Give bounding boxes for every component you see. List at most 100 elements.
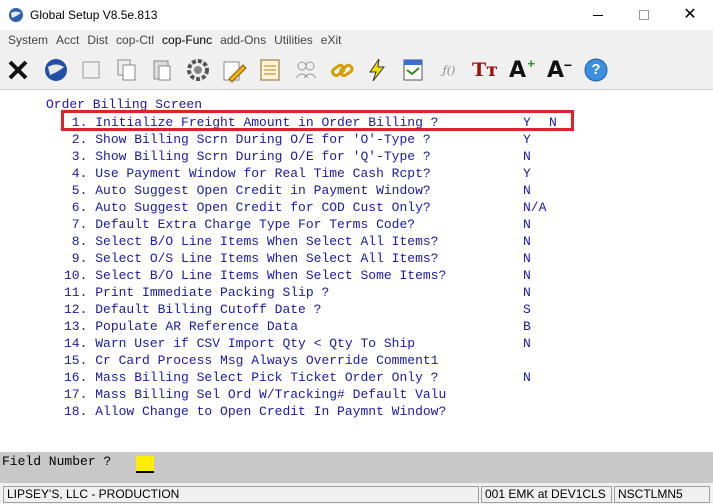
- blank-button[interactable]: [76, 55, 106, 85]
- field-number-input[interactable]: [136, 456, 154, 473]
- option-value: S: [523, 302, 531, 317]
- option-row[interactable]: 11. Print Immediate Packing Slip ?: [64, 284, 329, 301]
- font-increase-button[interactable]: A +: [506, 55, 536, 85]
- lightning-button[interactable]: [362, 55, 392, 85]
- menu-cop-ctl[interactable]: cop-Ctl: [112, 30, 158, 51]
- option-number: 11.: [64, 285, 88, 300]
- edit-button[interactable]: [219, 55, 249, 85]
- option-row[interactable]: 2. Show Billing Scrn During O/E for 'O'-…: [64, 131, 431, 148]
- option-row[interactable]: 9. Select O/S Line Items When Select All…: [64, 250, 439, 267]
- minimize-button[interactable]: [575, 0, 621, 30]
- text-font-button[interactable]: Tт: [470, 55, 500, 85]
- option-label: Select B/O Line Items When Select Some I…: [95, 268, 447, 283]
- menu-system[interactable]: System: [4, 30, 52, 51]
- option-row[interactable]: 16. Mass Billing Select Pick Ticket Orde…: [64, 369, 438, 386]
- function-icon: ƒ(): [442, 63, 456, 77]
- option-value: B: [523, 319, 531, 334]
- option-number: 2.: [64, 132, 88, 147]
- menu-add-ons[interactable]: add-Ons: [216, 30, 270, 51]
- menu-bar: System Acct Dist cop-Ctl cop-Func add-On…: [0, 30, 713, 51]
- help-button[interactable]: ?: [581, 55, 611, 85]
- option-row[interactable]: 10. Select B/O Line Items When Select So…: [64, 267, 446, 284]
- title-bar: Global Setup V8.5e.813 ✕: [0, 0, 713, 30]
- option-label: Default Billing Cutoff Date ?: [95, 302, 322, 317]
- option-row[interactable]: 5. Auto Suggest Open Credit in Payment W…: [64, 182, 431, 199]
- close-x-button[interactable]: [3, 55, 33, 85]
- option-label: Mass Billing Sel Ord W/Tracking# Default…: [95, 387, 447, 402]
- menu-dist[interactable]: Dist: [83, 30, 112, 51]
- toolbar: ƒ() Tт A + A − ?: [0, 51, 713, 90]
- option-number: 14.: [64, 336, 88, 351]
- gear-button[interactable]: [183, 55, 213, 85]
- option-row[interactable]: 12. Default Billing Cutoff Date ?: [64, 301, 321, 318]
- paste-button[interactable]: [147, 55, 177, 85]
- font-increase-icon: A +: [509, 56, 535, 83]
- menu-utilities[interactable]: Utilities: [270, 30, 317, 51]
- option-number: 3.: [64, 149, 88, 164]
- lightning-icon: [369, 58, 386, 82]
- option-value: N: [523, 234, 531, 249]
- chain-link-icon: [331, 63, 354, 78]
- option-row[interactable]: 14. Warn User if CSV Import Qty < Qty To…: [64, 335, 415, 352]
- maximize-icon: [639, 10, 649, 20]
- function-button[interactable]: ƒ(): [434, 55, 464, 85]
- option-label: Warn User if CSV Import Qty < Qty To Shi…: [95, 336, 416, 351]
- maximize-button[interactable]: [621, 0, 667, 30]
- option-row[interactable]: 17. Mass Billing Sel Ord W/Tracking# Def…: [64, 386, 446, 403]
- option-row[interactable]: 15. Cr Card Process Msg Always Override …: [64, 352, 438, 369]
- globe-icon: [45, 59, 67, 81]
- option-row[interactable]: 18. Allow Change to Open Credit In Paymn…: [64, 403, 446, 420]
- option-row[interactable]: 1. Initialize Freight Amount in Order Bi…: [64, 114, 439, 131]
- copy-button[interactable]: [112, 55, 142, 85]
- menu-acct[interactable]: Acct: [52, 30, 83, 51]
- option-number: 6.: [64, 200, 88, 215]
- report-button[interactable]: [398, 55, 428, 85]
- font-decrease-button[interactable]: A −: [544, 55, 574, 85]
- status-terminal: NSCTLMN5: [614, 486, 710, 503]
- option-value: N: [523, 268, 531, 283]
- blank-icon: [82, 61, 100, 79]
- notepad-button[interactable]: [255, 55, 285, 85]
- users-button[interactable]: [291, 55, 321, 85]
- window-title: Global Setup V8.5e.813: [30, 8, 158, 22]
- option-value-alt: N: [549, 115, 557, 130]
- option-number: 15.: [64, 353, 88, 368]
- option-value: Y: [523, 115, 531, 130]
- option-row[interactable]: 3. Show Billing Scrn During O/E for 'Q'-…: [64, 148, 431, 165]
- option-label: Show Billing Scrn During O/E for 'Q'-Typ…: [95, 149, 431, 164]
- app-globe-icon: [9, 8, 23, 22]
- option-label: Auto Suggest Open Credit for COD Cust On…: [95, 200, 431, 215]
- option-value: N/A: [523, 200, 547, 215]
- prompt-area: Field Number ?: [0, 452, 713, 482]
- chain-link-button[interactable]: [327, 55, 357, 85]
- option-number: 13.: [64, 319, 88, 334]
- option-row[interactable]: 13. Populate AR Reference Data: [64, 318, 298, 335]
- option-row[interactable]: 4. Use Payment Window for Real Time Cash…: [64, 165, 431, 182]
- option-label: Print Immediate Packing Slip ?: [95, 285, 330, 300]
- option-row[interactable]: 8. Select B/O Line Items When Select All…: [64, 233, 439, 250]
- option-label: Show Billing Scrn During O/E for 'O'-Typ…: [95, 132, 431, 147]
- menu-exit[interactable]: eXit: [317, 30, 346, 51]
- users-icon: [295, 61, 317, 79]
- option-label: Use Payment Window for Real Time Cash Rc…: [95, 166, 431, 181]
- option-row[interactable]: 7. Default Extra Charge Type For Terms C…: [64, 216, 415, 233]
- option-number: 16.: [64, 370, 88, 385]
- option-row[interactable]: 6. Auto Suggest Open Credit for COD Cust…: [64, 199, 431, 216]
- option-label: Auto Suggest Open Credit in Payment Wind…: [95, 183, 431, 198]
- copy-icon: [117, 59, 136, 81]
- gear-icon: [187, 59, 209, 81]
- close-icon: ✕: [683, 6, 697, 23]
- close-x-icon: [8, 60, 28, 80]
- globe-button[interactable]: [41, 55, 71, 85]
- edit-pencil-icon: [223, 61, 247, 83]
- report-icon: [403, 59, 423, 81]
- text-font-icon: Tт: [472, 59, 498, 81]
- menu-cop-func[interactable]: cop-Func: [158, 30, 216, 51]
- font-decrease-icon: A −: [547, 57, 572, 83]
- option-number: 12.: [64, 302, 88, 317]
- status-session: 001 EMK at DEV1CLS: [481, 486, 612, 503]
- notepad-icon: [260, 59, 280, 81]
- close-button[interactable]: ✕: [667, 0, 713, 30]
- option-label: Default Extra Charge Type For Terms Code…: [95, 217, 416, 232]
- option-value: Y: [523, 132, 531, 147]
